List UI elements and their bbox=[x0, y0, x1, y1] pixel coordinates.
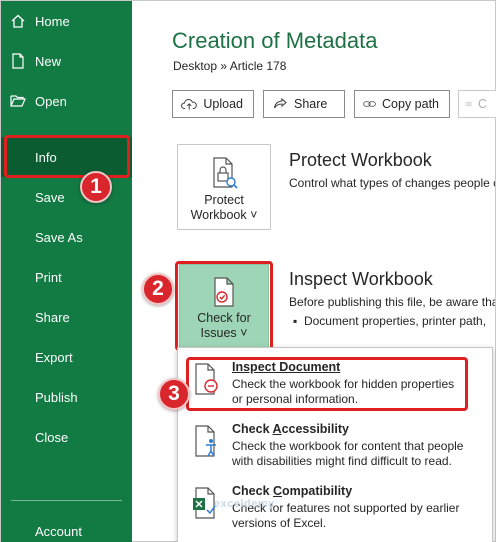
sidebar-item-label: Account bbox=[35, 523, 82, 539]
sidebar-item-label: Save bbox=[35, 189, 65, 205]
lock-document-icon bbox=[213, 157, 238, 189]
protect-button-line1: Protect bbox=[204, 193, 244, 207]
sidebar-item-home[interactable]: Home bbox=[1, 2, 132, 40]
sidebar-item-print[interactable]: Print bbox=[1, 258, 132, 296]
sidebar-item-save[interactable]: Save bbox=[1, 178, 132, 216]
sidebar-item-label: Print bbox=[35, 269, 62, 285]
inspect-workbook-description: Before publishing this file, be aware th… bbox=[289, 295, 495, 309]
page-title: Creation of Metadata bbox=[172, 28, 378, 53]
callout-badge-1: 1 bbox=[80, 171, 112, 203]
sidebar-item-new[interactable]: New bbox=[1, 42, 132, 80]
new-file-icon bbox=[1, 53, 35, 69]
sidebar-item-label: Home bbox=[35, 13, 70, 29]
cloud-upload-icon bbox=[181, 98, 197, 110]
callout-badge-3: 3 bbox=[158, 378, 190, 410]
protect-workbook-button[interactable]: Protect Workbook ˅ bbox=[177, 144, 271, 230]
share-button[interactable]: Share bbox=[263, 90, 345, 118]
sidebar-item-export[interactable]: Export bbox=[1, 338, 132, 376]
sidebar-item-label: Export bbox=[35, 349, 73, 365]
sidebar-item-label: Publish bbox=[35, 389, 78, 405]
share-icon bbox=[273, 97, 287, 109]
inspect-bullet: ▪ Document properties, printer path, bbox=[293, 314, 487, 328]
sidebar-item-account[interactable]: Account bbox=[1, 512, 132, 542]
copy-path-button[interactable]: Copy path bbox=[354, 90, 450, 118]
check-compatibility-title: Check Compatibility bbox=[232, 484, 353, 498]
share-label: Share bbox=[294, 97, 328, 111]
sidebar-item-label: Close bbox=[35, 429, 69, 445]
copy-path-label: Copy path bbox=[382, 97, 439, 111]
backstage-sidebar: Home New Open Info Save Save As Print Sh… bbox=[1, 1, 132, 542]
menu-item-check-accessibility[interactable]: Check Accessibility Check the workbook f… bbox=[178, 418, 492, 478]
sidebar-item-close[interactable]: Close bbox=[1, 418, 132, 456]
menu-item-check-compatibility[interactable]: Check Compatibility Check for features n… bbox=[178, 480, 492, 540]
upload-label: Upload bbox=[203, 97, 243, 111]
sidebar-divider bbox=[11, 500, 122, 501]
link-icon bbox=[363, 101, 376, 107]
bullet-icon: ▪ bbox=[293, 314, 298, 328]
protect-button-line2: Workbook ˅ bbox=[190, 208, 258, 222]
inspect-document-highlight-box bbox=[186, 357, 468, 411]
protect-workbook-title: Protect Workbook bbox=[289, 150, 432, 170]
sidebar-item-label: Share bbox=[35, 309, 70, 325]
open-folder-icon bbox=[1, 94, 35, 108]
more-toolbar-button[interactable]: C bbox=[458, 90, 496, 118]
sidebar-item-label: Save As bbox=[35, 229, 83, 245]
sidebar-item-publish[interactable]: Publish bbox=[1, 378, 132, 416]
watermark-logo: exceldemy bbox=[214, 498, 275, 510]
sidebar-item-share[interactable]: Share bbox=[1, 298, 132, 336]
inspect-workbook-title: Inspect Workbook bbox=[289, 269, 433, 289]
check-accessibility-description: Check the workbook for content that peop… bbox=[232, 439, 464, 468]
breadcrumb: Desktop » Article 178 bbox=[173, 59, 287, 73]
sidebar-item-label: Open bbox=[35, 93, 67, 109]
sidebar-item-open[interactable]: Open bbox=[1, 82, 132, 120]
info-highlight-box bbox=[4, 135, 130, 178]
faded-link-icon bbox=[465, 102, 472, 106]
check-accessibility-title: Check Accessibility bbox=[232, 422, 349, 436]
home-icon bbox=[1, 13, 35, 29]
sidebar-item-save-as[interactable]: Save As bbox=[1, 218, 132, 256]
callout-badge-2: 2 bbox=[142, 273, 174, 305]
faded-label: C bbox=[477, 97, 487, 111]
accessibility-icon bbox=[195, 425, 216, 457]
protect-workbook-description: Control what types of changes people c bbox=[289, 176, 495, 190]
check-issues-highlight-box bbox=[175, 261, 273, 351]
upload-button[interactable]: Upload bbox=[172, 90, 254, 118]
sidebar-item-label: New bbox=[35, 53, 62, 69]
